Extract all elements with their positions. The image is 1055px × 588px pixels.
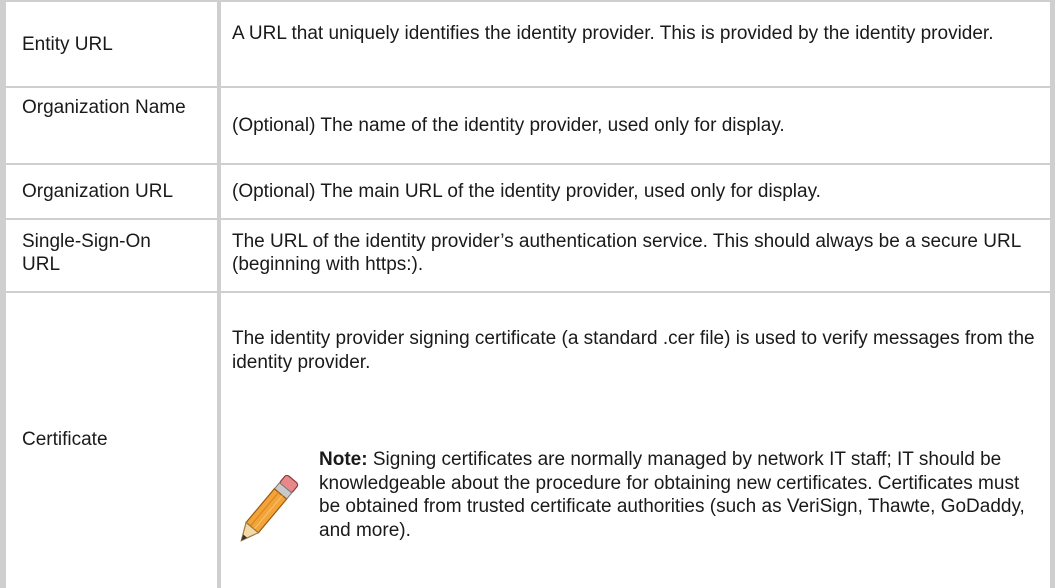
attributes-table: Entity URL A URL that uniquely identifie… [0, 0, 1055, 588]
row-term-single-sign-on-url: Single-Sign-On URL [22, 231, 151, 275]
table-border-left [0, 0, 6, 588]
row-divider [0, 218, 1055, 220]
column-divider [217, 0, 221, 588]
pencil-icon [232, 468, 302, 553]
row-desc-organization-url: (Optional) The main URL of the identity … [232, 181, 821, 202]
note-text: Note: Signing certificates are normally … [319, 448, 1042, 542]
row-desc-organization-name: (Optional) The name of the identity prov… [232, 115, 785, 136]
row-term-certificate: Certificate [22, 429, 108, 450]
table-border-right [1050, 0, 1055, 588]
row-term-organization-url: Organization URL [22, 181, 174, 202]
note-callout: Note: Signing certificates are normally … [232, 448, 1042, 578]
row-divider [0, 291, 1055, 293]
note-body: Signing certificates are normally manage… [319, 449, 1025, 541]
row-term-entity-url: Entity URL [22, 33, 113, 55]
note-label: Note: [319, 449, 368, 470]
row-desc-single-sign-on-url: The URL of the identity provider’s authe… [232, 231, 1021, 275]
row-term-organization-name: Organization Name [22, 97, 186, 118]
row-desc-certificate: The identity provider signing certificat… [232, 328, 1035, 373]
row-desc-entity-url: A URL that uniquely identifies the ident… [232, 23, 994, 44]
